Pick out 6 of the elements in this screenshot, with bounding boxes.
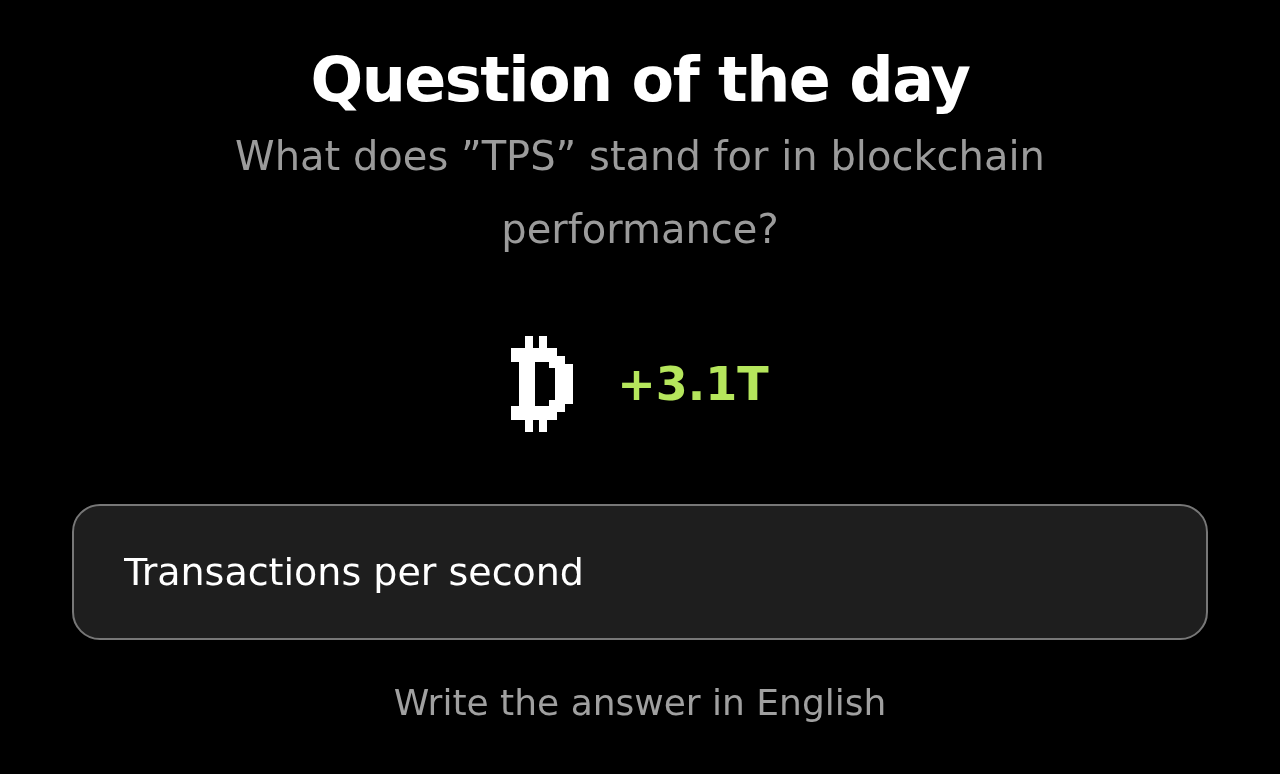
coin-icon xyxy=(511,336,574,432)
answer-field[interactable]: Transactions per second xyxy=(72,504,1208,640)
reward-amount: +3.1T xyxy=(617,355,769,413)
title: Question of the day xyxy=(310,42,970,118)
hint: Write the answer in English xyxy=(393,681,887,725)
question: What does ”TPS” stand for in blockchain performance? xyxy=(234,132,1046,254)
